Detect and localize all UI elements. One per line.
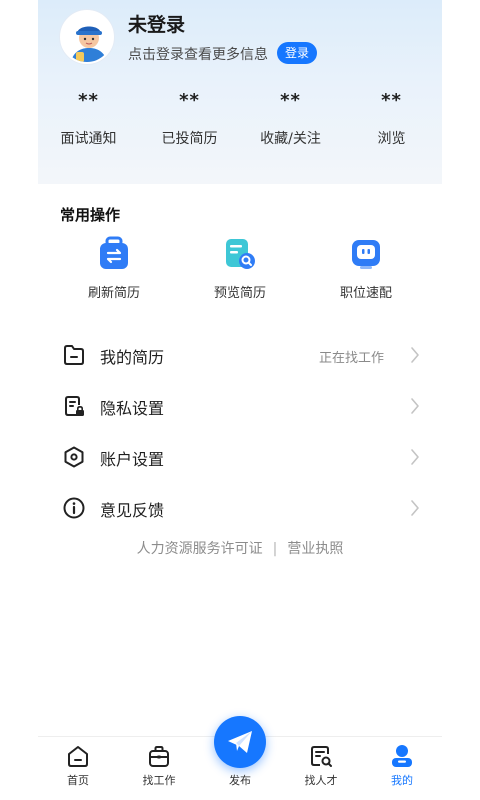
profile-header: 未登录 点击登录查看更多信息 登录 ** 面试通知 ** 已投简历 ** 收藏/… (38, 0, 442, 184)
avatar[interactable] (60, 10, 114, 64)
chevron-right-icon (411, 347, 419, 363)
stat-views[interactable]: ** 浏览 (341, 88, 442, 148)
menu-item-label: 我的简历 (100, 348, 165, 367)
stat-label: 收藏/关注 (260, 131, 321, 147)
tab-find-job[interactable]: 找工作 (129, 743, 189, 788)
common-ops: 刷新简历 预览简历 职位速配 (38, 232, 442, 312)
stat-interview-notice[interactable]: ** 面试通知 (38, 88, 139, 148)
menu-item-label: 账户设置 (100, 450, 165, 469)
job-status-value: 正在找工作 (318, 351, 384, 366)
license-links: 人力资源服务许可证 | 营业执照 (38, 538, 442, 558)
op-label: 刷新简历 (87, 286, 140, 301)
stat-value: ** (381, 90, 402, 111)
refresh-resume-icon (100, 236, 128, 269)
op-preview-resume[interactable]: 预览简历 (175, 232, 305, 301)
briefcase-icon (149, 746, 169, 767)
publish-button[interactable] (214, 716, 266, 768)
job-match-icon (352, 240, 380, 269)
menu-item-my-resume[interactable]: 我的简历 正在找工作 (38, 330, 442, 380)
stats-row: ** 面试通知 ** 已投简历 ** 收藏/关注 ** 浏览 (38, 88, 442, 158)
license-separator: | (272, 541, 278, 557)
op-job-match[interactable]: 职位速配 (301, 232, 431, 301)
worker-avatar-icon (62, 12, 112, 62)
menu-item-feedback[interactable]: 意见反馈 (38, 483, 442, 533)
stat-value: ** (179, 90, 200, 111)
app-screen: 未登录 点击登录查看更多信息 登录 ** 面试通知 ** 已投简历 ** 收藏/… (38, 0, 442, 800)
tab-find-talent[interactable]: 找人才 (291, 743, 351, 788)
tab-label: 找人才 (304, 774, 338, 787)
op-refresh-resume[interactable]: 刷新简历 (49, 232, 179, 301)
chevron-right-icon (411, 500, 419, 516)
tab-label: 找工作 (142, 774, 176, 787)
home-icon (68, 746, 88, 767)
menu-item-privacy-settings[interactable]: 隐私设置 (38, 381, 442, 431)
hr-service-license-link[interactable]: 人力资源服务许可证 (137, 541, 263, 557)
login-hint[interactable]: 点击登录查看更多信息 (128, 44, 268, 64)
op-label: 职位速配 (339, 286, 392, 301)
info-icon (63, 497, 85, 519)
stat-label: 面试通知 (60, 131, 117, 147)
tab-label: 我的 (391, 774, 413, 787)
stat-label: 已投简历 (161, 131, 218, 147)
privacy-lock-icon (65, 396, 84, 416)
preview-resume-icon (226, 239, 255, 269)
stat-label: 浏览 (377, 131, 406, 147)
tab-mine[interactable]: 我的 (372, 743, 432, 788)
publish-label: 发布 (229, 774, 251, 787)
talent-search-icon (311, 746, 332, 767)
tab-label: 首页 (67, 774, 89, 787)
resume-folder-icon (64, 345, 84, 365)
stat-favorites[interactable]: ** 收藏/关注 (240, 88, 341, 148)
op-label: 预览简历 (213, 286, 266, 301)
common-ops-title: 常用操作 (60, 206, 121, 224)
profile-icon (392, 745, 412, 767)
menu-item-label: 隐私设置 (100, 399, 165, 418)
menu-item-account-settings[interactable]: 账户设置 (38, 432, 442, 482)
tab-home[interactable]: 首页 (48, 743, 108, 788)
stat-value: ** (280, 90, 301, 111)
chevron-right-icon (411, 398, 419, 414)
account-settings-icon (64, 446, 84, 468)
user-name[interactable]: 未登录 (128, 10, 185, 37)
menu-item-label: 意见反馈 (100, 501, 165, 520)
send-icon (228, 731, 252, 753)
login-button[interactable]: 登录 (277, 42, 318, 64)
chevron-right-icon (411, 449, 419, 465)
business-license-link[interactable]: 营业执照 (287, 541, 343, 557)
stat-value: ** (78, 90, 99, 111)
stat-applied-resumes[interactable]: ** 已投简历 (139, 88, 240, 148)
